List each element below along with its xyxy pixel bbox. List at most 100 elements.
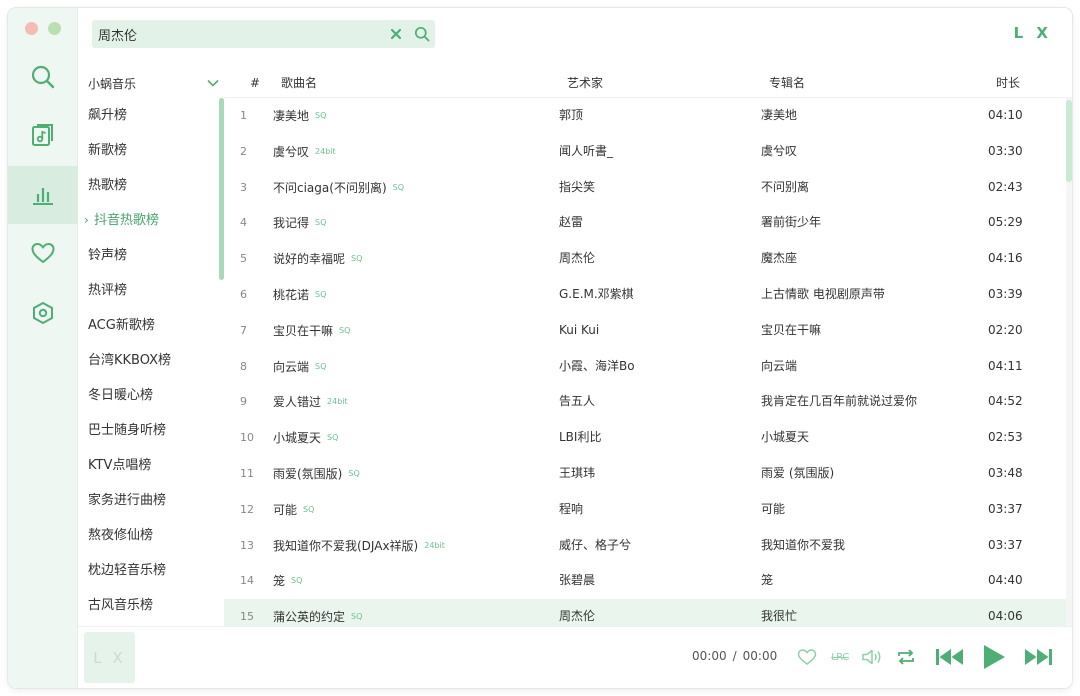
leaderboard-item[interactable]: 枕边轻音乐榜 (78, 553, 224, 588)
table-row[interactable]: 5 说好的幸福呢 SQ 周杰伦 魔杰座 04:16 (224, 241, 1066, 277)
album-name: 凄美地 (761, 98, 797, 134)
nav-favorites[interactable] (8, 224, 78, 282)
quality-badge: SQ (327, 433, 339, 443)
duration: 04:16 (988, 241, 1023, 277)
loop-mode-button[interactable] (894, 643, 918, 671)
row-num-text: 13 (240, 538, 254, 552)
nav-song-list[interactable] (8, 106, 78, 164)
leaderboard-item[interactable]: 飙升榜 (78, 98, 224, 133)
quality-badge: 24bit (424, 540, 445, 550)
table-row[interactable]: 7 宝贝在干嘛 SQ Kui Kui 宝贝在干嘛 02:20 (224, 313, 1066, 349)
duration: 02:53 (988, 420, 1023, 456)
song-name-text: 我记得 (273, 216, 310, 231)
artist-name-text: 威仔、格子兮 (559, 537, 632, 552)
table-row[interactable]: 9 爱人错过 24bit 告五人 我肯定在几百年前就说过爱你 04:52 (224, 384, 1066, 420)
artist-name-text: 周杰伦 (559, 251, 596, 266)
leaderboard-item[interactable]: 冬日暖心榜 (78, 378, 224, 413)
clear-search-button[interactable] (383, 20, 409, 48)
row-num-text: 11 (240, 466, 254, 480)
table-row[interactable]: 6 桃花诺 SQ G.E.M.邓紫棋 上古情歌 电视剧原声带 03:39 (224, 277, 1066, 313)
song-name: 爱人错过 24bit (273, 384, 348, 420)
volume-button[interactable] (860, 643, 884, 671)
table-row[interactable]: 3 不问ciaga(不问别离) SQ 指尖笑 不问别离 02:43 (224, 170, 1066, 206)
album-name-text: 可能 (761, 501, 786, 516)
leaderboard-item[interactable]: › 抖音热歌榜 (78, 203, 224, 238)
table-row[interactable]: 11 雨爱(氛围版) SQ 王琪玮 雨爱 (氛围版) 03:48 (224, 456, 1066, 492)
duration-text: 03:30 (988, 143, 1023, 158)
leaderboard-item[interactable]: 新歌榜 (78, 133, 224, 168)
time-separator: / (732, 649, 737, 663)
artist-name-text: LBI利比 (559, 430, 602, 445)
maximize-window-button[interactable] (48, 22, 61, 35)
leaderboard-item[interactable]: KTV点唱榜 (78, 448, 224, 483)
quality-badge: SQ (315, 111, 327, 120)
leaderboard-item-label: ACG新歌榜 (88, 318, 155, 333)
table-row[interactable]: 13 我知道你不爱我(DJAx祥版) 24bit 威仔、格子兮 我知道你不爱我 03:37 (224, 528, 1066, 564)
quality-badge: SQ (392, 182, 404, 192)
leaderboard-item[interactable]: 铃声榜 (78, 238, 224, 273)
leaderboard-item[interactable]: ACG新歌榜 (78, 308, 224, 343)
quality-badge: SQ (339, 325, 351, 335)
scrollbar-thumb[interactable] (1066, 100, 1072, 182)
nav-leaderboard[interactable] (8, 166, 78, 224)
artist-name: 赵雷 (559, 205, 583, 241)
leaderboard-item[interactable]: 热评榜 (78, 273, 224, 308)
header-album: 专辑名 (769, 76, 806, 90)
table-row[interactable]: 15 蒲公英的约定 SQ 周杰伦 我很忙 04:06 (224, 599, 1066, 626)
source-dropdown[interactable]: 小蜗音乐 (78, 68, 224, 98)
duration: 03:39 (988, 277, 1023, 313)
table-row[interactable]: 10 小城夏天 SQ LBI利比 小城夏天 02:53 (224, 420, 1066, 456)
song-name-text: 说好的幸福呢 (273, 252, 346, 267)
leaderboard-item-label: 台湾KKBOX榜 (88, 353, 172, 368)
album-name: 笼 (761, 563, 773, 599)
song-name-text: 虞兮叹 (273, 144, 310, 159)
row-num: 2 (240, 134, 247, 170)
player-bar: L X 00:00 / 00:00 LRC (78, 626, 1072, 688)
song-name-text: 不问ciaga(不问别离) (273, 180, 387, 195)
leaderboard-item[interactable]: 巴士随身听榜 (78, 413, 224, 448)
song-table-scrollbar[interactable] (1066, 98, 1072, 626)
album-name-text: 我肯定在几百年前就说过爱你 (761, 394, 918, 409)
search-bar (92, 20, 435, 48)
search-input[interactable] (92, 20, 383, 48)
table-row[interactable]: 4 我记得 SQ 赵雷 署前街少年 05:29 (224, 205, 1066, 241)
play-button[interactable] (980, 643, 1008, 671)
close-window-button[interactable] (25, 22, 38, 35)
lyrics-label: LRC (831, 651, 849, 663)
search-submit-button[interactable] (409, 20, 435, 48)
row-num-text: 9 (240, 395, 247, 409)
header-duration: 时长 (996, 76, 1021, 90)
table-row[interactable]: 8 向云端 SQ 小霞、海洋Bo 向云端 04:11 (224, 349, 1066, 385)
lyrics-button[interactable]: LRC (828, 643, 852, 671)
duration-text: 03:37 (988, 501, 1023, 516)
quality-badge: SQ (303, 504, 315, 514)
song-name: 说好的幸福呢 SQ (273, 241, 362, 277)
song-name-text: 宝贝在干嘛 (273, 323, 334, 338)
total-time: 00:00 (742, 649, 778, 663)
next-button[interactable] (1022, 643, 1054, 671)
leaderboard-item[interactable]: 古风音乐榜 (78, 588, 224, 623)
table-row[interactable]: 12 可能 SQ 程响 可能 03:37 (224, 492, 1066, 528)
album-cover[interactable]: L X (84, 632, 135, 683)
table-row[interactable]: 2 虞兮叹 24bit 闻人听書_ 虞兮叹 03:30 (224, 134, 1066, 170)
song-name: 凄美地 SQ (273, 98, 326, 134)
album-name-text: 凄美地 (761, 108, 798, 122)
repeat-icon (898, 649, 914, 665)
app-logo: L X (1013, 24, 1052, 42)
album-name: 我知道你不爱我 (761, 528, 845, 564)
leaderboard-item-label: 冬日暖心榜 (88, 388, 154, 403)
volume-icon (862, 649, 881, 665)
leaderboard-item[interactable]: 台湾KKBOX榜 (78, 343, 224, 378)
leaderboard-item[interactable]: 家务进行曲榜 (78, 483, 224, 518)
previous-button[interactable] (934, 643, 966, 671)
song-name: 小城夏天 SQ (273, 420, 338, 456)
quality-badge: 24bit (315, 146, 336, 156)
nav-search[interactable] (8, 48, 78, 106)
nav-settings[interactable] (8, 284, 78, 342)
leaderboard-item[interactable]: 热歌榜 (78, 168, 224, 203)
leaderboard-item[interactable]: 熬夜修仙榜 (78, 518, 224, 553)
quality-badge: SQ (315, 289, 327, 299)
table-row[interactable]: 14 笼 SQ 张碧晨 笼 04:40 (224, 563, 1066, 599)
table-row[interactable]: 1 凄美地 SQ 郭顶 凄美地 04:10 (224, 98, 1066, 134)
favorite-button[interactable] (796, 643, 818, 671)
